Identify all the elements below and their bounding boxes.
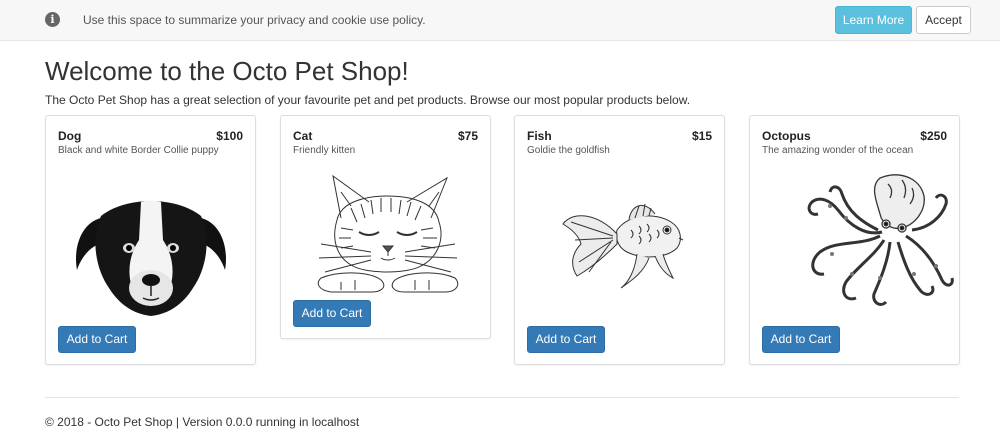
page-intro: The Octo Pet Shop has a great selection … xyxy=(45,93,691,107)
add-to-cart-button[interactable]: Add to Cart xyxy=(58,326,136,353)
cat-illustration xyxy=(317,174,459,293)
product-description: Goldie the goldfish xyxy=(527,145,610,156)
add-to-cart-button[interactable]: Add to Cart xyxy=(527,326,605,353)
product-name: Fish xyxy=(527,129,552,143)
cookie-message: Use this space to summarize your privacy… xyxy=(83,13,426,27)
product-price: $75 xyxy=(457,129,478,143)
product-price: $100 xyxy=(216,129,243,143)
learn-more-button[interactable]: Learn More xyxy=(835,6,912,34)
product-card-dog: Dog $100 Black and white Border Collie p… xyxy=(45,115,256,365)
goldfish-illustration xyxy=(562,203,684,289)
product-card-octopus: Octopus $250 The amazing wonder of the o… xyxy=(749,115,960,365)
product-price: $15 xyxy=(691,129,712,143)
product-card-fish: Fish $15 Goldie the goldfish Add to Cart xyxy=(514,115,725,365)
accept-button[interactable]: Accept xyxy=(916,6,971,34)
product-name: Octopus xyxy=(762,129,811,143)
product-name: Cat xyxy=(293,129,313,143)
info-icon: i xyxy=(45,12,60,27)
add-to-cart-button[interactable]: Add to Cart xyxy=(293,300,371,327)
product-name: Dog xyxy=(58,129,82,143)
cookie-banner: i Use this space to summarize your priva… xyxy=(0,0,1000,41)
footer-text: © 2018 - Octo Pet Shop | Version 0.0.0 r… xyxy=(45,415,360,429)
product-price: $250 xyxy=(920,129,947,143)
product-description: Black and white Border Collie puppy xyxy=(58,145,219,156)
footer-divider xyxy=(45,397,959,398)
page-title: Welcome to the Octo Pet Shop! xyxy=(45,56,409,86)
product-description: The amazing wonder of the ocean xyxy=(762,145,914,156)
octopus-illustration xyxy=(807,174,954,306)
product-card-cat: Cat $75 Friendly kitten Add to Cart xyxy=(280,115,491,339)
dog-illustration xyxy=(76,200,226,316)
product-description: Friendly kitten xyxy=(293,145,356,156)
add-to-cart-button[interactable]: Add to Cart xyxy=(762,326,840,353)
